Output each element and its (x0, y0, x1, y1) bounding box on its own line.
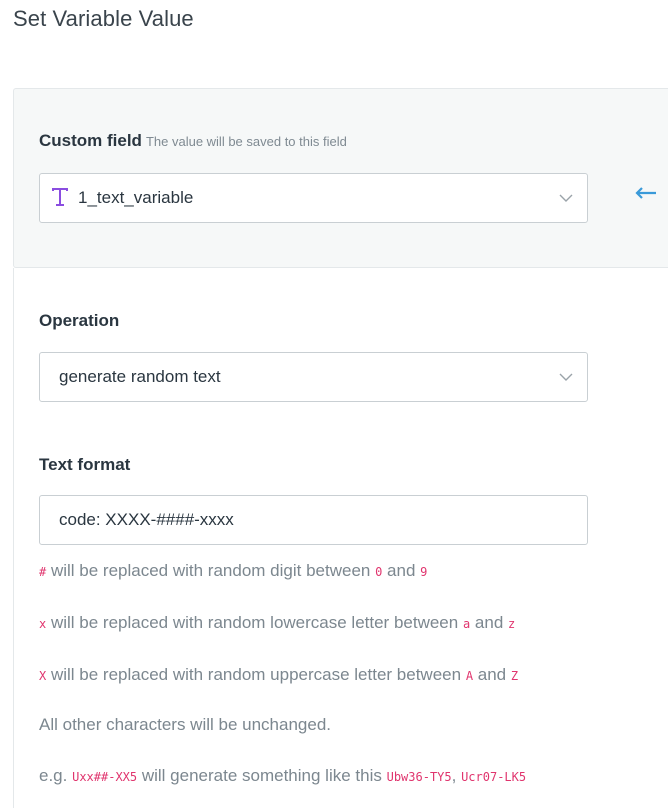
help-digit: # will be replaced with random digit bet… (39, 561, 428, 580)
arrow-left-icon[interactable] (634, 185, 658, 201)
operation-label: Operation (39, 311, 120, 330)
help-lowercase: x will be replaced with random lowercase… (39, 613, 516, 632)
help-example: e.g. Uxx##-XX5 will generate something l… (39, 766, 527, 785)
text-format-label: Text format (39, 455, 131, 474)
text-format-input[interactable]: code: XXXX-####-xxxx (39, 495, 588, 545)
help-other: All other characters will be unchanged. (39, 715, 331, 734)
text-format-value: code: XXXX-####-xxxx (59, 510, 234, 529)
text-type-icon (52, 187, 68, 209)
page-title: Set Variable Value (13, 6, 194, 31)
custom-field-label-text: Custom field (39, 131, 142, 150)
chevron-down-icon (559, 373, 573, 381)
chevron-down-icon (559, 194, 573, 202)
custom-field-select[interactable]: 1_text_variable (39, 173, 588, 223)
operation-value: generate random text (59, 367, 221, 386)
help-uppercase: X will be replaced with random uppercase… (39, 665, 519, 684)
custom-field-hint: The value will be saved to this field (145, 134, 347, 149)
operation-select[interactable]: generate random text (39, 352, 588, 402)
custom-field-value: 1_text_variable (78, 188, 194, 207)
custom-field-label: Custom field The value will be saved to t… (39, 131, 347, 151)
